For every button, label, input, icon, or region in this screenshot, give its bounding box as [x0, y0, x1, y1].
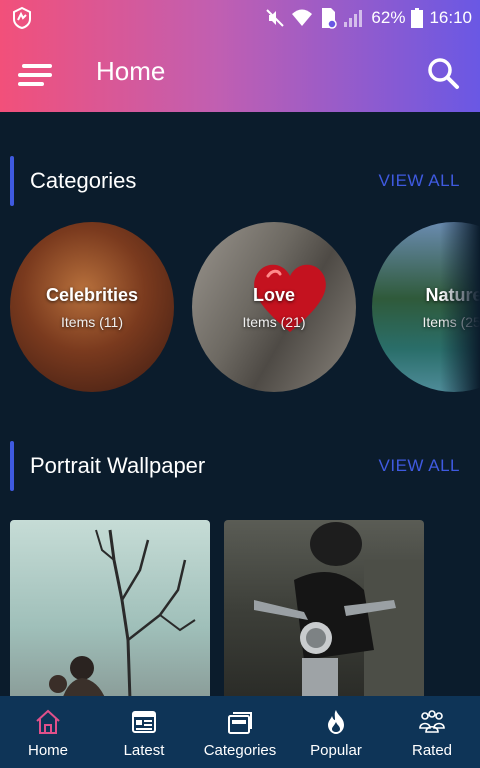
- mute-icon: [266, 9, 285, 27]
- latest-icon: [132, 711, 156, 733]
- section-accent-bar: [10, 441, 14, 491]
- category-count: Items (21): [242, 313, 306, 330]
- sim-icon: [322, 8, 338, 29]
- menu-icon-line: [18, 73, 52, 77]
- category-card-celebrities[interactable]: Celebrities Items (11): [10, 222, 174, 392]
- menu-icon-line: [22, 64, 52, 68]
- category-card-love[interactable]: Love Items (21): [192, 222, 356, 392]
- nav-label: Latest: [123, 742, 165, 759]
- clock: 16:10: [429, 8, 472, 27]
- nav-item-home[interactable]: Home: [0, 696, 96, 768]
- wifi-icon: [292, 9, 313, 26]
- section-title: Portrait Wallpaper: [30, 453, 206, 478]
- signal-icon: [344, 10, 363, 27]
- page-title: Home: [96, 56, 166, 86]
- portrait-view-all-button[interactable]: VIEW ALL: [379, 456, 460, 476]
- battery-icon: [411, 8, 424, 28]
- motorcycle-image: [254, 522, 424, 700]
- category-name: Celebrities: [45, 284, 139, 305]
- home-icon: [36, 709, 60, 734]
- categories-icon: [228, 712, 252, 734]
- categories-view-all-button[interactable]: VIEW ALL: [379, 171, 460, 191]
- categories-header: Categories VIEW ALL: [0, 156, 480, 206]
- wallpaper-thumbnail-motorcycle[interactable]: [224, 520, 424, 700]
- nav-item-latest[interactable]: Latest: [96, 696, 192, 768]
- section-accent-bar: [10, 156, 14, 206]
- nav-label: Categories: [203, 742, 277, 759]
- nav-label: Home: [27, 742, 68, 759]
- menu-icon-line: [18, 82, 44, 86]
- nav-item-rated[interactable]: Rated: [384, 696, 480, 768]
- status-bar: 62% 16:10: [0, 0, 480, 36]
- battery-percent: 62%: [371, 8, 406, 27]
- category-count: Items (11): [61, 313, 123, 330]
- rated-icon: [419, 710, 445, 733]
- app-notification-icon: [13, 6, 31, 30]
- tree-silhouette-image: [49, 529, 196, 700]
- categories-carousel[interactable]: Celebrities Items (11) Love Items (21) N…: [0, 222, 480, 394]
- nav-label: Popular: [310, 742, 362, 759]
- section-title: Categories: [30, 168, 137, 193]
- nav-item-categories[interactable]: Categories: [192, 696, 288, 768]
- category-name: Love: [252, 284, 295, 305]
- fire-icon: [328, 710, 344, 734]
- bottom-navigation: Home Latest Categories Popular Rated: [0, 696, 480, 768]
- nav-label: Rated: [411, 742, 453, 759]
- header-gradient: 62% 16:10 Home: [0, 0, 480, 112]
- search-icon[interactable]: [426, 56, 460, 90]
- nav-item-popular[interactable]: Popular: [288, 696, 384, 768]
- carousel-fade: [440, 222, 480, 394]
- wallpaper-thumbnail-tree[interactable]: [10, 520, 210, 700]
- portrait-header: Portrait Wallpaper VIEW ALL: [0, 441, 480, 491]
- app-bar: Home: [0, 36, 480, 112]
- wallpaper-grid[interactable]: [0, 520, 480, 700]
- menu-button[interactable]: [18, 60, 56, 90]
